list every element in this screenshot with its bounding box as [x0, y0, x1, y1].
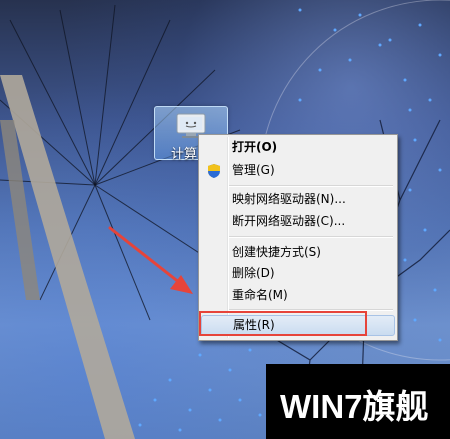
- desktop-background: 计算 打开(O) 管理(G) 映射网络驱动器(N)... 断开网络驱动器(C).…: [0, 0, 450, 439]
- watermark-text: WIN7旗舰: [280, 388, 429, 425]
- watermark: WIN7旗舰: [266, 364, 450, 439]
